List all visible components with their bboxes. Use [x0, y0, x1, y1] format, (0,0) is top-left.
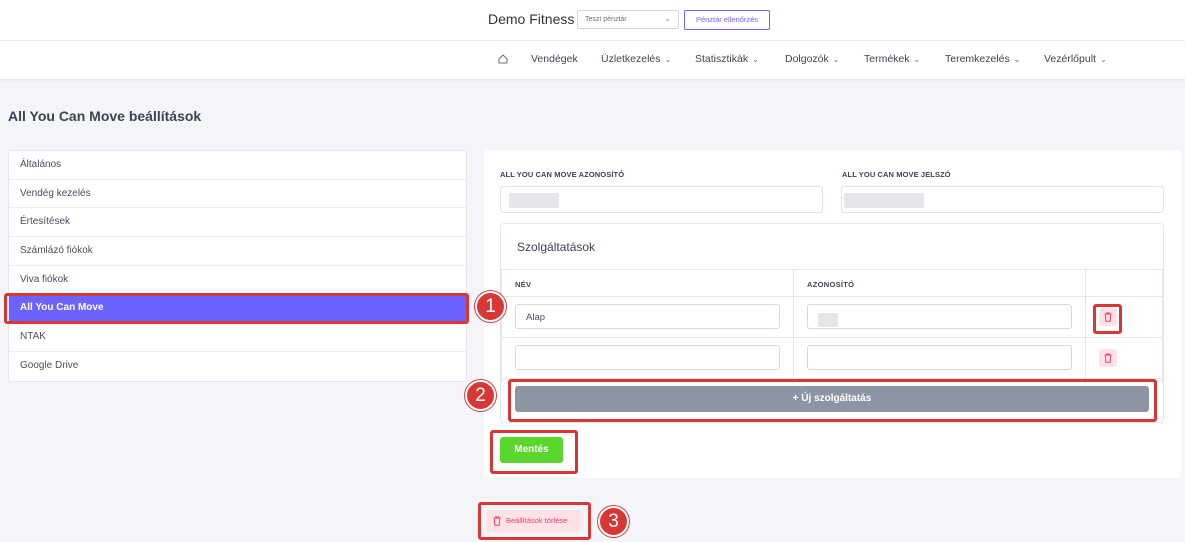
settings-menu: Általános Vendég kezelés Értesítések Szá… [8, 150, 467, 382]
menu-item-vendeg-kezeles[interactable]: Vendég kezelés [9, 180, 466, 209]
nav-item-termekek[interactable]: Termékek ⌄ [864, 53, 920, 65]
nav-item-statisztikak[interactable]: Statisztikák ⌄ [695, 53, 759, 65]
password-field-label: ALL YOU CAN MOVE JELSZÓ [842, 170, 951, 179]
register-select-value: Teszt pénztár [585, 16, 627, 23]
page-title: All You Can Move beállítások [8, 108, 202, 124]
nav-item-label: Vezérlőpult [1044, 53, 1096, 65]
nav-item-vendegek[interactable]: Vendégek [531, 53, 578, 65]
chevron-down-icon: ⌄ [664, 14, 671, 23]
service-name-input[interactable]: Alap [515, 304, 780, 329]
settings-panel: ALL YOU CAN MOVE AZONOSÍTÓ ALL YOU CAN M… [484, 150, 1181, 478]
nav-item-label: Teremkezelés [945, 53, 1010, 65]
annotation-badge-1: 1 [475, 291, 506, 322]
menu-item-viva-fiokok[interactable]: Viva fiókok [9, 266, 466, 295]
divider [501, 269, 502, 383]
nav-item-teremkezeles[interactable]: Teremkezelés ⌄ [945, 53, 1020, 65]
nav-item-label: Vendégek [531, 53, 578, 65]
service-name-input[interactable] [515, 345, 780, 370]
redacted-value [844, 193, 924, 208]
trash-icon [1104, 353, 1112, 363]
delete-row-button[interactable] [1099, 349, 1117, 367]
annotation-badge-2: 2 [465, 380, 496, 411]
password-input[interactable] [841, 186, 1164, 213]
service-id-input[interactable] [807, 345, 1072, 370]
nav-item-label: Üzletkezelés [601, 53, 661, 65]
column-header-name: NÉV [515, 280, 532, 289]
divider [1085, 269, 1086, 383]
chevron-down-icon: ⌄ [752, 55, 759, 64]
id-input[interactable] [500, 186, 823, 213]
nav-item-dolgozok[interactable]: Dolgozók ⌄ [785, 53, 839, 65]
nav-item-label: Statisztikák [695, 53, 749, 65]
menu-item-szamlazo-fiokok[interactable]: Számlázó fiókok [9, 237, 466, 266]
id-field-label: ALL YOU CAN MOVE AZONOSÍTÓ [500, 170, 625, 179]
nav-item-uzletkezeles[interactable]: Üzletkezelés ⌄ [601, 53, 671, 65]
brand-name: Demo Fitness [488, 11, 575, 27]
redacted-value [509, 193, 559, 208]
main-nav: Vendégek Üzletkezelés ⌄ Statisztikák ⌄ Dol… [0, 41, 1185, 80]
top-header: Demo Fitness Teszt pénztár ⌄ Pénztár ell… [0, 0, 1185, 41]
chevron-down-icon: ⌄ [1099, 55, 1107, 64]
annotation-highlight-delete [478, 502, 591, 540]
menu-item-google-drive[interactable]: Google Drive [9, 352, 466, 381]
register-check-button[interactable]: Pénztár ellenőrzés [684, 10, 770, 30]
redacted-value [818, 313, 838, 327]
services-title: Szolgáltatások [517, 240, 596, 254]
service-id-input[interactable] [807, 304, 1072, 329]
divider [501, 337, 1163, 338]
menu-item-ntak[interactable]: NTAK [9, 323, 466, 352]
annotation-highlight-save [490, 430, 578, 474]
home-icon[interactable] [497, 53, 509, 65]
chevron-down-icon: ⌄ [832, 55, 840, 64]
column-header-id: AZONOSÍTÓ [807, 280, 855, 289]
divider [793, 269, 794, 383]
chevron-down-icon: ⌄ [1013, 55, 1021, 64]
annotation-highlight-menu [4, 293, 469, 324]
menu-item-ertesitesek[interactable]: Értesítések [9, 208, 466, 238]
divider [501, 296, 1163, 297]
divider [501, 269, 1163, 270]
annotation-highlight-trash [1093, 304, 1122, 334]
annotation-badge-3: 3 [598, 506, 629, 537]
register-select[interactable]: Teszt pénztár ⌄ [577, 10, 679, 29]
annotation-highlight-add [508, 379, 1157, 422]
divider [1162, 269, 1163, 383]
nav-item-vezerlopult[interactable]: Vezérlőpult ⌄ [1044, 53, 1107, 65]
chevron-down-icon: ⌄ [664, 55, 672, 64]
nav-item-label: Dolgozók [785, 53, 829, 65]
nav-item-label: Termékek [864, 53, 910, 65]
menu-item-altalanos[interactable]: Általános [9, 151, 466, 180]
chevron-down-icon: ⌄ [913, 55, 921, 64]
